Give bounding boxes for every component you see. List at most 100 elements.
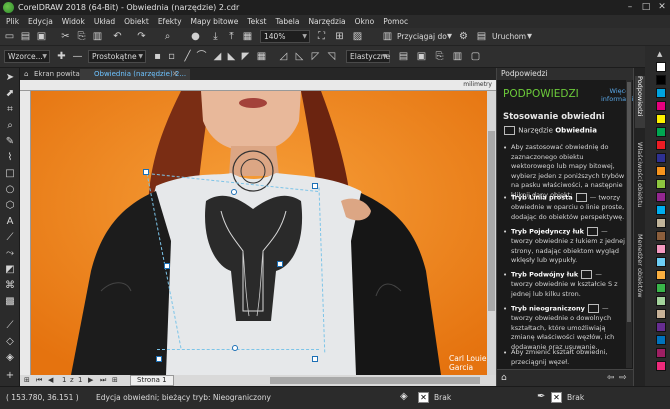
- menu-view[interactable]: Widok: [62, 17, 85, 26]
- menu-object[interactable]: Obiekt: [124, 17, 149, 26]
- color-swatch[interactable]: [656, 309, 666, 319]
- launch-icon[interactable]: ▤: [476, 31, 487, 42]
- color-swatch[interactable]: [656, 192, 666, 202]
- connector-tool-icon[interactable]: ⤳: [4, 248, 16, 260]
- launch-dropdown-icon[interactable]: ▾: [524, 31, 535, 42]
- import-icon[interactable]: ⤓: [210, 31, 221, 42]
- first-page-icon[interactable]: ⏮: [36, 375, 42, 386]
- copy-icon[interactable]: ⎘: [76, 31, 87, 42]
- envelope-node[interactable]: [156, 356, 162, 362]
- full-screen-icon[interactable]: ⛶: [316, 31, 327, 42]
- close-icon[interactable]: ✕: [657, 2, 667, 12]
- node-add-icon[interactable]: ▪: [152, 51, 163, 62]
- menu-table[interactable]: Tabela: [275, 17, 299, 26]
- add-tool-icon[interactable]: +: [4, 370, 16, 382]
- no-outline-icon[interactable]: ✕: [551, 392, 562, 403]
- new-document-icon[interactable]: ▭: [4, 31, 15, 42]
- zoom-tool-icon[interactable]: ⌕: [4, 120, 16, 132]
- color-swatch[interactable]: [656, 140, 666, 150]
- tab-object-manager[interactable]: Menedżer obiektów: [635, 234, 645, 310]
- zoom-page-icon[interactable]: ⊞: [334, 31, 345, 42]
- menu-layout[interactable]: Układ: [94, 17, 115, 26]
- envelope-straight-line-icon[interactable]: ◿: [278, 51, 289, 62]
- color-swatch[interactable]: [656, 244, 666, 254]
- cut-icon[interactable]: ✂: [60, 31, 71, 42]
- redo-icon[interactable]: ↷: [136, 31, 147, 42]
- envelope-node[interactable]: [231, 189, 237, 195]
- snap-dropdown-icon[interactable]: ▾: [444, 31, 455, 42]
- envelope-node[interactable]: [164, 263, 170, 269]
- fill-bucket-icon[interactable]: ◈: [400, 391, 412, 403]
- color-swatch[interactable]: [656, 62, 666, 72]
- envelope-node[interactable]: [232, 345, 238, 351]
- smooth-node-icon[interactable]: ◣: [226, 51, 237, 62]
- color-swatch[interactable]: [656, 114, 666, 124]
- paste-icon[interactable]: ▥: [92, 31, 103, 42]
- keep-lines-icon[interactable]: ▤: [398, 51, 409, 62]
- map-mode-icon[interactable]: ▦: [256, 51, 267, 62]
- color-swatch[interactable]: [656, 335, 666, 345]
- envelope-unconstrained-icon[interactable]: ◹: [326, 51, 337, 62]
- snap-icon[interactable]: ▥: [382, 31, 393, 42]
- color-swatch[interactable]: [656, 166, 666, 176]
- docker-scroll-thumb[interactable]: [627, 82, 631, 322]
- color-swatch[interactable]: [656, 231, 666, 241]
- add-preset-icon[interactable]: ✚: [56, 51, 67, 62]
- color-swatch[interactable]: [656, 257, 666, 267]
- crop-tool-icon[interactable]: ⌗: [4, 104, 16, 116]
- color-swatch[interactable]: [656, 322, 666, 332]
- menu-effects[interactable]: Efekty: [158, 17, 182, 26]
- maximize-icon[interactable]: □: [641, 2, 651, 12]
- zoom-level-select[interactable]: 140% ▼: [260, 30, 310, 43]
- copy-envelope-icon[interactable]: ⎘: [434, 51, 445, 62]
- add-page-after-icon[interactable]: ⊞: [112, 375, 118, 386]
- add-new-envelope-icon[interactable]: ▣: [416, 51, 427, 62]
- menu-window[interactable]: Okno: [355, 17, 375, 26]
- prev-page-icon[interactable]: ◀: [48, 375, 53, 386]
- color-swatch[interactable]: [656, 270, 666, 280]
- envelope-node[interactable]: [277, 261, 283, 267]
- tab-close-icon[interactable]: ✕: [172, 70, 178, 78]
- color-swatch[interactable]: [656, 361, 666, 371]
- color-swatch[interactable]: [656, 153, 666, 163]
- freehand-tool-icon[interactable]: ✎: [4, 136, 16, 148]
- color-swatch[interactable]: [656, 283, 666, 293]
- corel-connect-icon[interactable]: ●: [190, 31, 201, 42]
- node-delete-icon[interactable]: ▫: [166, 51, 177, 62]
- envelope-tool-icon[interactable]: ⌘: [4, 280, 16, 292]
- preset-select[interactable]: Wzorce... ▼: [4, 50, 50, 63]
- color-swatch[interactable]: [656, 296, 666, 306]
- parallel-dimension-icon[interactable]: ⟋: [4, 232, 16, 244]
- tab-hints[interactable]: Podpowiedzi: [635, 76, 645, 128]
- color-swatch[interactable]: [656, 179, 666, 189]
- envelope-node[interactable]: [143, 169, 149, 175]
- options-gear-icon[interactable]: ⚙: [458, 31, 469, 42]
- color-swatch[interactable]: [656, 75, 666, 85]
- envelope-single-arc-icon[interactable]: ◺: [294, 51, 305, 62]
- snap-to-label[interactable]: Przyciągaj do: [397, 32, 447, 41]
- color-swatch[interactable]: [656, 218, 666, 228]
- remove-preset-icon[interactable]: —: [72, 51, 83, 62]
- color-swatch[interactable]: [656, 127, 666, 137]
- horizontal-ruler[interactable]: milimetry: [20, 80, 496, 91]
- menu-file[interactable]: Plik: [6, 17, 19, 26]
- no-fill-icon[interactable]: ✕: [418, 392, 429, 403]
- transparency-tool-icon[interactable]: ▩: [4, 296, 16, 308]
- next-page-icon[interactable]: ▶: [88, 375, 93, 386]
- color-swatch[interactable]: [656, 348, 666, 358]
- add-page-icon[interactable]: ⊞: [24, 375, 30, 386]
- save-icon[interactable]: ▣: [36, 31, 47, 42]
- to-line-icon[interactable]: ╱: [182, 51, 193, 62]
- menu-bitmaps[interactable]: Mapy bitowe: [191, 17, 239, 26]
- cusp-node-icon[interactable]: ◢: [212, 51, 223, 62]
- forward-arrow-icon[interactable]: ⇨: [619, 373, 627, 383]
- menu-text[interactable]: Tekst: [247, 17, 266, 26]
- rulers-icon[interactable]: ▨: [352, 31, 363, 42]
- rectangle-tool-icon[interactable]: □: [4, 168, 16, 180]
- to-curve-icon[interactable]: ⌒: [196, 51, 207, 62]
- vertical-ruler[interactable]: [20, 91, 31, 375]
- export-icon[interactable]: ⤒: [226, 31, 237, 42]
- palette-scroll-up-icon[interactable]: ▲: [657, 50, 662, 58]
- vertical-scrollbar[interactable]: [487, 91, 496, 375]
- undo-icon[interactable]: ↶: [112, 31, 123, 42]
